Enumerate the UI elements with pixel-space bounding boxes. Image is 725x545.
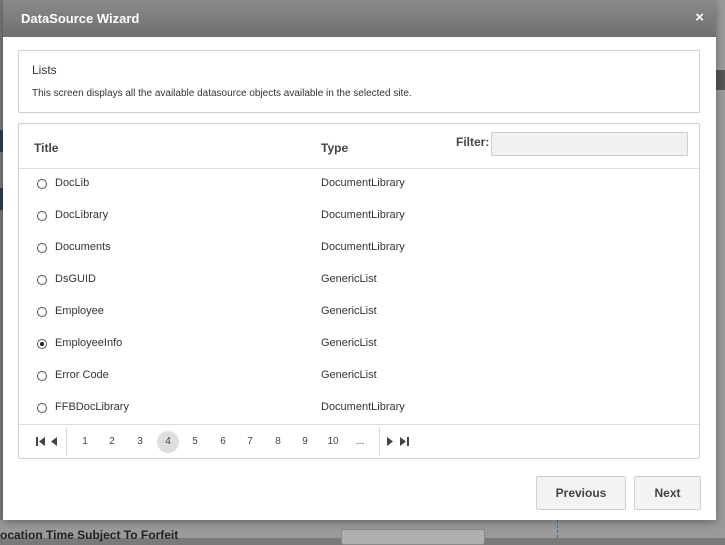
table-row[interactable]: EmployeeInfo GenericList [19, 329, 699, 361]
previous-button[interactable]: Previous [536, 476, 626, 510]
pager-divider [379, 427, 380, 456]
pager-divider [66, 427, 67, 456]
page-5[interactable]: 5 [184, 431, 206, 453]
row-radio[interactable] [37, 403, 47, 413]
info-title: Lists [32, 63, 57, 77]
next-page-icon[interactable] [386, 436, 394, 447]
page-10[interactable]: 10 [322, 431, 344, 453]
column-header-type[interactable]: Type [321, 141, 348, 155]
page-4-current[interactable]: 4 [157, 431, 179, 453]
row-radio[interactable] [37, 275, 47, 285]
page-1[interactable]: 1 [74, 431, 96, 453]
page-8[interactable]: 8 [267, 431, 289, 453]
row-title: Employee [55, 305, 104, 317]
page-3[interactable]: 3 [129, 431, 151, 453]
table-row[interactable]: Employee GenericList [19, 297, 699, 329]
column-header-title[interactable]: Title [34, 141, 58, 155]
row-type: DocumentLibrary [321, 241, 405, 253]
row-title: EmployeeInfo [55, 337, 123, 349]
table-row[interactable]: DocLib DocumentLibrary [19, 169, 699, 201]
page-6[interactable]: 6 [212, 431, 234, 453]
row-radio[interactable] [37, 307, 47, 317]
row-title: FFBDocLibrary [55, 401, 129, 413]
next-button[interactable]: Next [634, 476, 701, 510]
table-row[interactable]: FFBDocLibrary DocumentLibrary [19, 393, 699, 425]
lists-grid: Title Type Filter: DocLib DocumentLibrar… [18, 123, 700, 459]
last-page-icon[interactable] [399, 436, 410, 447]
row-title: DocLib [55, 177, 90, 189]
row-title: Documents [55, 241, 111, 253]
dialog-title: DataSource Wizard [21, 11, 140, 26]
row-type: DocumentLibrary [321, 401, 405, 413]
first-page-icon[interactable] [35, 436, 46, 447]
prev-page-icon[interactable] [50, 436, 58, 447]
table-row[interactable]: Documents DocumentLibrary [19, 233, 699, 265]
row-type: GenericList [321, 273, 377, 285]
row-radio[interactable] [37, 243, 47, 253]
row-type: DocumentLibrary [321, 209, 405, 221]
filter-input[interactable] [491, 132, 688, 156]
row-radio[interactable] [37, 211, 47, 221]
row-radio-selected[interactable] [37, 339, 47, 349]
row-type: GenericList [321, 337, 377, 349]
page-7[interactable]: 7 [239, 431, 261, 453]
background-field-input [341, 529, 485, 545]
page-2[interactable]: 2 [101, 431, 123, 453]
close-icon[interactable]: × [695, 9, 704, 27]
filter-label: Filter: [456, 135, 490, 149]
row-title: DocLibrary [55, 209, 109, 221]
pager: 1 2 3 4 5 6 7 8 9 10 ... [19, 424, 699, 458]
table-row[interactable]: Error Code GenericList [19, 361, 699, 393]
dialog-header: DataSource Wizard × [3, 0, 716, 37]
page-9[interactable]: 9 [294, 431, 316, 453]
page-more[interactable]: ... [349, 431, 371, 453]
table-row[interactable]: DocLibrary DocumentLibrary [19, 201, 699, 233]
row-title: DsGUID [55, 273, 96, 285]
table-row[interactable]: DsGUID GenericList [19, 265, 699, 297]
row-type: DocumentLibrary [321, 177, 405, 189]
row-radio[interactable] [37, 371, 47, 381]
info-description: This screen displays all the available d… [32, 88, 412, 99]
grid-rows: DocLib DocumentLibrary DocLibrary Docume… [19, 169, 699, 425]
row-type: GenericList [321, 305, 377, 317]
row-title: Error Code [55, 369, 109, 381]
info-panel: Lists This screen displays all the avail… [18, 50, 700, 113]
datasource-wizard-dialog: DataSource Wizard × Lists This screen di… [3, 0, 716, 520]
background-field-label: ocation Time Subject To Forfeit [0, 528, 179, 542]
background-dashed-guide [557, 520, 558, 538]
row-type: GenericList [321, 369, 377, 381]
row-radio[interactable] [37, 179, 47, 189]
